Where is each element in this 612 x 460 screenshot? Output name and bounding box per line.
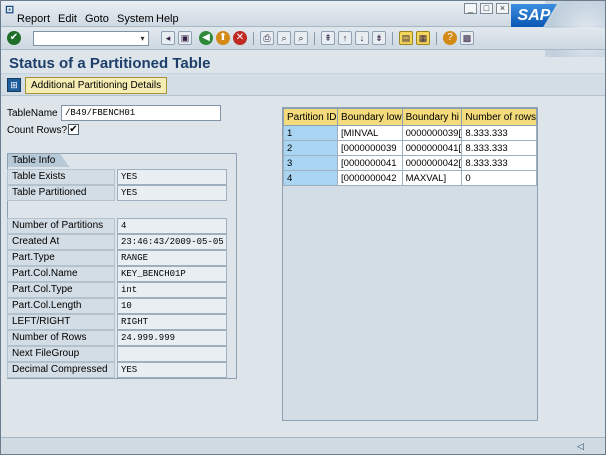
boundary-low-cell[interactable]: [0000000039 [337,140,403,156]
restore-icon[interactable]: □ [480,3,493,14]
menu-bar: ⊡ Report Edit Goto System Help _ □ × SAP [1,1,605,57]
partition-id-cell[interactable]: 2 [282,140,339,156]
boundary-hi-cell[interactable]: 0000000042[ [401,155,463,171]
part-col-length-label: Part.Col.Length [7,298,115,314]
column-header-boundary-low[interactable]: Boundary low [337,108,403,126]
toolbar-separator [436,32,437,45]
boundary-low-cell[interactable]: [MINVAL [337,125,403,141]
number-of-rows-cell[interactable]: 0 [461,170,537,186]
additional-partitioning-details-button[interactable]: Additional Partitioning Details [25,77,168,94]
count-rows-checkbox[interactable]: ✔ [68,124,79,135]
boundary-low-cell[interactable]: [0000000042 [337,170,403,186]
back-arrow-icon[interactable]: ◂ [161,31,175,45]
column-header-partition-id[interactable]: Partition ID [282,108,339,126]
find-icon[interactable]: ⌕ [277,31,291,45]
left-right-value: RIGHT [117,314,227,330]
print-icon[interactable]: ⎙ [260,31,274,45]
number-of-partitions-label: Number of Partitions [7,218,115,234]
menu-edit[interactable]: Edit [58,13,77,25]
part-col-type-label: Part.Col.Type [7,282,115,298]
cancel-icon[interactable]: ✕ [233,31,247,45]
toolbar-separator [314,32,315,45]
number-of-rows-value: 24.999.999 [117,330,227,346]
toolbar-separator [253,32,254,45]
part-col-name-label: Part.Col.Name [7,266,115,282]
menu-help[interactable]: Help [156,13,179,25]
layout-icon[interactable]: ▩ [460,31,474,45]
partition-id-cell[interactable]: 3 [282,155,339,171]
number-of-rows-label: Number of Rows [7,330,115,346]
command-field[interactable]: ▾ [33,31,149,46]
decimal-compressed-value: YES [117,362,227,378]
status-bar-toggle-icon[interactable]: ◁ [577,441,587,451]
table-row[interactable]: 1 [MINVAL 0000000039[ 8.333.333 [282,125,537,141]
menu-report[interactable]: Report [17,13,50,25]
boundary-hi-cell[interactable]: 0000000041[ [401,140,463,156]
last-page-icon[interactable]: ⇟ [372,31,386,45]
page-title: Status of a Partitioned Table [9,55,211,72]
table-name-input[interactable]: /B49/FBENCH01 [61,105,221,121]
next-filegroup-label: Next FileGroup [7,346,115,362]
table-info-title: Table Info [7,153,69,167]
new-session-icon[interactable]: ▤ [399,31,413,45]
number-of-partitions-value: 4 [117,218,227,234]
column-header-boundary-hi[interactable]: Boundary hi [401,108,463,126]
application-toolbar: ⊞ Additional Partitioning Details [1,76,605,96]
command-field-dropdown-icon[interactable]: ▾ [138,33,147,44]
enter-icon[interactable]: ✔ [7,31,21,45]
details-icon[interactable]: ⊞ [7,78,21,92]
table-row[interactable]: 4 [0000000042 MAXVAL] 0 [282,170,537,186]
table-exists-label: Table Exists [7,169,115,185]
close-icon[interactable]: × [496,3,509,14]
partition-id-cell[interactable]: 4 [282,170,339,186]
part-type-label: Part.Type [7,250,115,266]
decimal-compressed-label: Decimal Compressed [7,362,115,378]
back-icon[interactable]: ◀ [199,31,213,45]
part-col-type-value: int [117,282,227,298]
save-icon[interactable]: ▣ [178,31,192,45]
boundary-low-cell[interactable]: [0000000041 [337,155,403,171]
part-col-name-value: KEY_BENCH01P [117,266,227,282]
column-header-number-of-rows[interactable]: Number of rows [461,108,537,126]
previous-page-icon[interactable]: ↑ [338,31,352,45]
number-of-rows-cell[interactable]: 8.333.333 [461,155,537,171]
table-exists-value: YES [117,169,227,185]
status-bar: ◁ [1,437,605,454]
boundary-hi-cell[interactable]: MAXVAL] [401,170,463,186]
minimize-icon[interactable]: _ [464,3,477,14]
number-of-rows-cell[interactable]: 8.333.333 [461,140,537,156]
table-name-label: TableName [7,108,58,119]
toolbar-separator [392,32,393,45]
next-filegroup-value [117,346,227,362]
exit-icon[interactable]: ⬆ [216,31,230,45]
partition-table-container: Partition ID Boundary low Boundary hi Nu… [282,107,538,421]
menu-system[interactable]: System [117,13,154,25]
created-at-label: Created At [7,234,115,250]
created-at-value: 23:46:43/2009-05-05 [117,234,227,250]
table-partitioned-value: YES [117,185,227,201]
boundary-hi-cell[interactable]: 0000000039[ [401,125,463,141]
partition-table: Partition ID Boundary low Boundary hi Nu… [282,108,537,186]
find-next-icon[interactable]: ⌕ [294,31,308,45]
shortcut-icon[interactable]: ▦ [416,31,430,45]
sap-window: ⊡ Report Edit Goto System Help _ □ × SAP… [0,0,606,455]
part-col-length-value: 10 [117,298,227,314]
partition-table-header-row: Partition ID Boundary low Boundary hi Nu… [282,108,537,126]
partition-id-cell[interactable]: 1 [282,125,339,141]
number-of-rows-cell[interactable]: 8.333.333 [461,125,537,141]
menu-goto[interactable]: Goto [85,13,109,25]
count-rows-label: Count Rows? [7,125,68,136]
standard-toolbar: ✔ ▾ ◂ ▣ ◀ ⬆ ✕ ⎙ ⌕ ⌕ ⇞ ↑ ↓ ⇟ ▤ ▦ ? ▩ [1,28,605,50]
help-icon[interactable]: ? [443,31,457,45]
left-right-label: LEFT/RIGHT [7,314,115,330]
table-partitioned-label: Table Partitioned [7,185,115,201]
table-row[interactable]: 3 [0000000041 0000000042[ 8.333.333 [282,155,537,171]
table-row[interactable]: 2 [0000000039 0000000041[ 8.333.333 [282,140,537,156]
part-type-value: RANGE [117,250,227,266]
next-page-icon[interactable]: ↓ [355,31,369,45]
first-page-icon[interactable]: ⇞ [321,31,335,45]
